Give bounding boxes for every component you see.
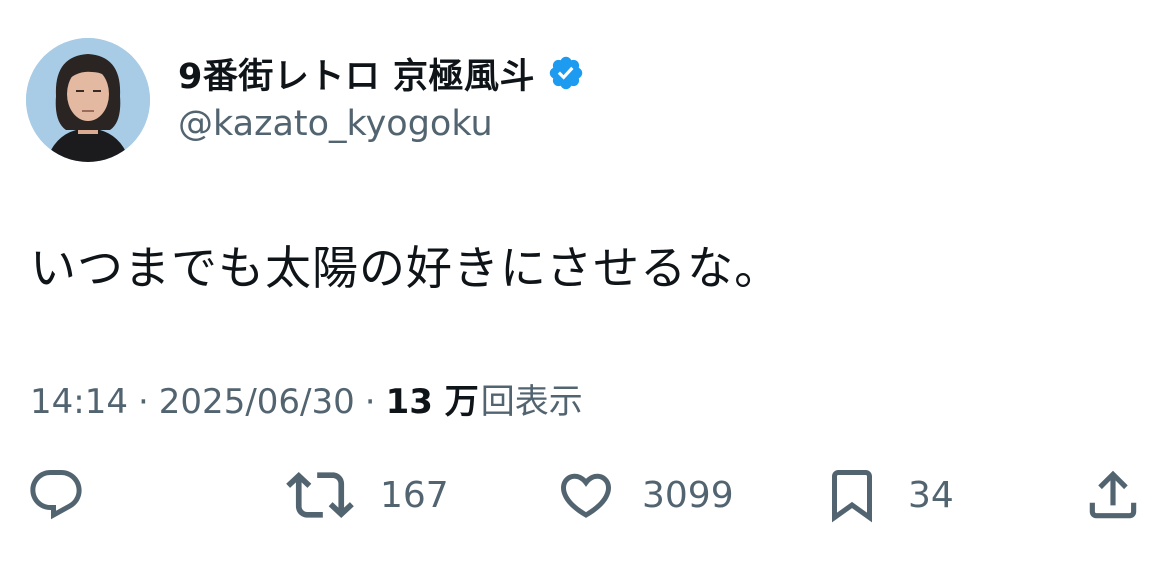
tweet-header: 9番街レトロ 京極風斗 @kazato_kyogoku [26,38,585,162]
share-icon [1089,470,1137,519]
author-display-name[interactable]: 9番街レトロ 京極風斗 [178,48,535,99]
bookmark-icon [832,470,872,523]
tweet-date[interactable]: 2025/06/30 [159,382,355,422]
reply-icon [30,470,82,520]
share-button[interactable] [1082,460,1144,530]
meta-separator: · [364,382,376,422]
views-count: 13 万 [385,382,479,422]
retweet-icon [286,471,354,519]
bookmark-count: 34 [908,474,954,516]
reply-button[interactable] [26,460,86,530]
like-count: 3099 [642,474,734,516]
verified-badge-icon[interactable] [547,54,585,92]
avatar-image [26,38,150,162]
retweet-button[interactable]: 167 [286,460,449,530]
meta-separator: · [137,382,149,422]
author-name-row: 9番街レトロ 京極風斗 [178,48,585,98]
author-info: 9番街レトロ 京極風斗 @kazato_kyogoku [178,48,585,144]
tweet-text: いつまでも太陽の好きにさせるな。 [30,241,782,295]
tweet-time[interactable]: 14:14 [30,382,128,422]
views-label: 回表示 [480,382,583,422]
action-bar: 167 3099 34 [0,460,1170,530]
author-handle[interactable]: @kazato_kyogoku [178,104,585,144]
avatar[interactable] [26,38,150,162]
bookmark-button[interactable]: 34 [822,460,954,530]
heart-icon [560,473,612,518]
retweet-count: 167 [380,474,449,516]
tweet-meta: 14:14 · 2025/06/30 · 13 万 回表示 [30,374,583,423]
like-button[interactable]: 3099 [556,460,734,530]
